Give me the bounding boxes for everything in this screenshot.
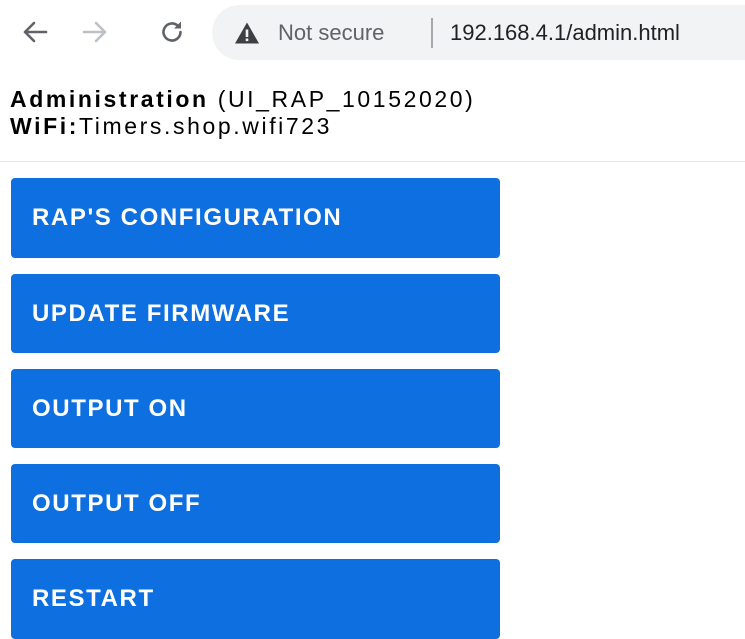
raps-configuration-button[interactable]: RAP'S CONFIGURATION (11, 178, 500, 258)
warning-triangle-icon[interactable] (234, 21, 260, 45)
address-divider (431, 18, 433, 48)
arrow-left-icon (23, 21, 48, 43)
back-button[interactable] (20, 14, 50, 50)
url-text[interactable]: 192.168.4.1/admin.html (450, 20, 680, 46)
wifi-label: WiFi: (10, 113, 79, 139)
address-bar[interactable]: Not secure 192.168.4.1/admin.html (212, 5, 745, 60)
output-off-button[interactable]: OUTPUT OFF (11, 464, 500, 543)
reload-button[interactable] (157, 14, 187, 50)
update-firmware-button[interactable]: UPDATE FIRMWARE (11, 274, 500, 353)
header-divider (0, 161, 745, 162)
reload-icon (162, 21, 182, 42)
page-header: Administration (UI_RAP_10152020) WiFi:Ti… (10, 86, 475, 140)
wifi-value: Timers.shop.wifi723 (79, 113, 333, 139)
security-status-label[interactable]: Not secure (278, 20, 384, 46)
title-line: Administration (UI_RAP_10152020) (10, 86, 475, 113)
restart-button[interactable]: RESTART (11, 559, 500, 639)
browser-toolbar: Not secure 192.168.4.1/admin.html (0, 0, 745, 64)
version-label: (UI_RAP_10152020) (217, 86, 476, 112)
arrow-right-icon (82, 21, 107, 43)
forward-button[interactable] (80, 14, 110, 50)
wifi-line: WiFi:Timers.shop.wifi723 (10, 113, 475, 140)
output-on-button[interactable]: OUTPUT ON (11, 369, 500, 448)
page-title: Administration (10, 86, 209, 112)
